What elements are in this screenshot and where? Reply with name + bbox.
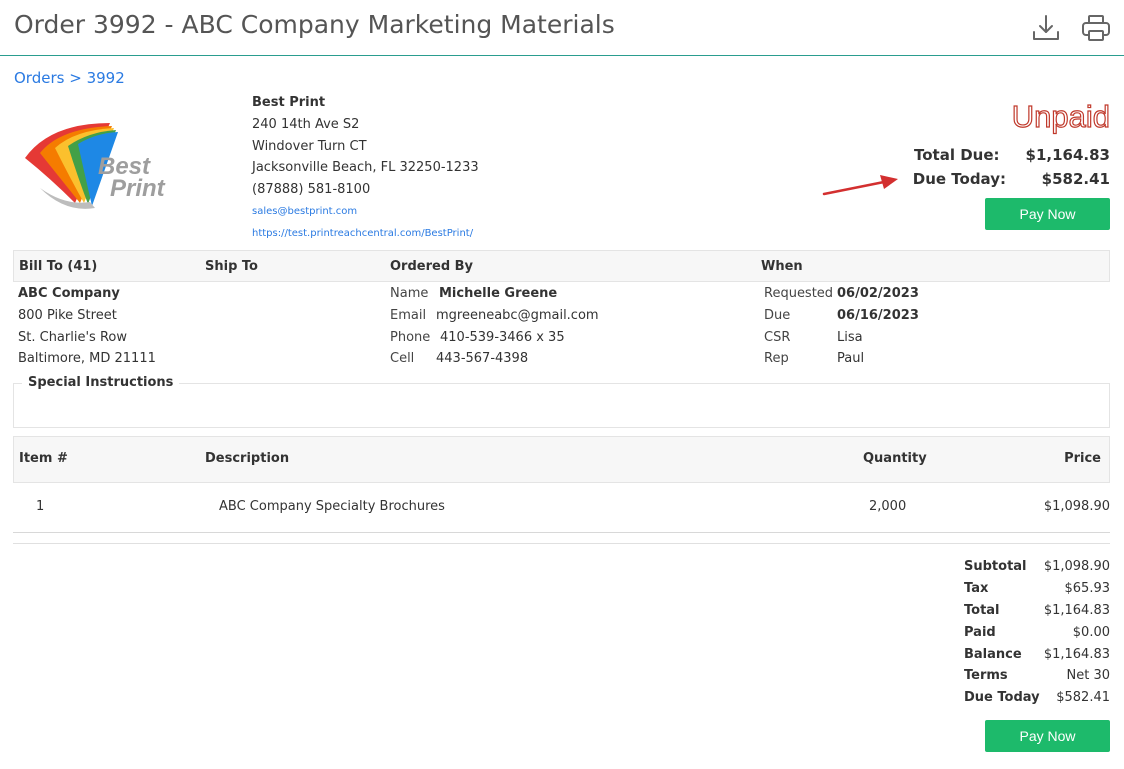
summary-label: Subtotal	[964, 559, 1027, 575]
summary-balance-row: Balance $1,164.83	[964, 643, 1110, 665]
company-name: Best Print	[252, 95, 326, 110]
ordered-by-cell: 443-567-4398	[436, 351, 529, 367]
total-due-value: $1,164.83	[1025, 146, 1110, 164]
ordered-by-cell-label: Cell	[390, 351, 415, 367]
ordered-by-phone: 410-539-3466 x 35	[440, 329, 565, 345]
breadcrumb-separator: >	[69, 69, 82, 87]
pay-now-button-top[interactable]: Pay Now	[985, 198, 1110, 230]
when-csr-row: CSR Lisa	[764, 327, 919, 349]
when-csr-label: CSR	[764, 329, 791, 345]
due-today-value: $582.41	[1041, 170, 1110, 188]
page-title: Order 3992 - ABC Company Marketing Mater…	[14, 10, 615, 39]
company-address1: 240 14th Ave S2	[252, 116, 360, 132]
when-rep-label: Rep	[764, 351, 789, 367]
order-summary: Subtotal $1,098.90 Tax $65.93 Total $1,164.…	[964, 556, 1110, 709]
col-item-number: Item #	[19, 451, 68, 466]
summary-value: Net 30	[1066, 668, 1111, 684]
red-arrow-annotation	[822, 172, 902, 198]
when-requested-date: 06/02/2023	[837, 286, 919, 301]
download-icon[interactable]	[1030, 12, 1062, 44]
bill-to-company: ABC Company	[18, 286, 120, 301]
ordered-by-name-label: Name	[390, 286, 429, 301]
summary-tax-row: Tax $65.93	[964, 578, 1110, 600]
summary-value: $1,164.83	[1043, 602, 1110, 618]
items-table-header: Item # Description Quantity Price	[13, 436, 1110, 483]
ordered-by-heading: Ordered By	[390, 259, 474, 274]
when-csr: Lisa	[837, 329, 863, 345]
ordered-by-email-label: Email	[390, 307, 427, 323]
company-phone: (87888) 581-8100	[252, 182, 371, 198]
summary-value: $65.93	[1064, 581, 1111, 597]
item-number: 1	[36, 499, 45, 514]
summary-value: $0.00	[1072, 624, 1110, 640]
table-row: 1 ABC Company Specialty Brochures 2,000 …	[13, 483, 1110, 533]
summary-label: Paid	[964, 624, 996, 640]
when-requested-row: Requested 06/02/2023	[764, 283, 919, 305]
summary-label: Total	[964, 602, 1000, 618]
company-address2: Windover Turn CT	[252, 138, 367, 154]
summary-value: $1,164.83	[1043, 646, 1110, 662]
ship-to-heading: Ship To	[205, 259, 258, 274]
summary-label: Tax	[964, 581, 989, 597]
company-website-link[interactable]: https://test.printreachcentral.com/BestP…	[252, 223, 479, 245]
company-info: Best Print 240 14th Ave S2 Windover Turn…	[252, 92, 479, 245]
pay-now-button-bottom[interactable]: Pay Now	[985, 720, 1110, 752]
when-heading: When	[761, 259, 803, 274]
when-requested-label: Requested	[764, 286, 834, 301]
when-due-date: 06/16/2023	[837, 307, 919, 323]
summary-paid-row: Paid $0.00	[964, 621, 1110, 643]
company-city-line: Jacksonville Beach, FL 32250-1233	[252, 160, 479, 176]
item-quantity: 2,000	[869, 499, 907, 514]
due-today-label: Due Today:	[912, 170, 1006, 188]
ordered-by-name: Michelle Greene	[439, 286, 558, 301]
summary-label: Due Today	[964, 690, 1040, 706]
col-description: Description	[205, 451, 290, 466]
summary-value: $582.41	[1056, 690, 1110, 706]
bill-to-heading: Bill To (41)	[19, 259, 98, 274]
info-header-bar: Bill To (41) Ship To Ordered By When	[13, 250, 1110, 282]
summary-total-row: Total $1,164.83	[964, 600, 1110, 622]
ordered-by-phone-row: Phone 410-539-3466 x 35	[390, 327, 599, 349]
ordered-by-cell-row: Cell 443-567-4398	[390, 348, 599, 370]
breadcrumb-current[interactable]: 3992	[87, 69, 125, 87]
when-due-label: Due	[764, 307, 791, 323]
summary-due-today-row: Due Today $582.41	[964, 687, 1110, 709]
special-instructions-title: Special Instructions	[22, 375, 180, 390]
ordered-by-block: Name Michelle Greene Email mgreeneabc@gmai…	[390, 283, 599, 370]
when-block: Requested 06/02/2023 Due 06/16/2023 CSR Lis…	[764, 283, 919, 370]
logo-text-print: Print	[110, 175, 166, 202]
total-due-label: Total Due:	[914, 146, 1000, 164]
ordered-by-email-row: Email mgreeneabc@gmail.com	[390, 305, 599, 327]
item-description: ABC Company Specialty Brochures	[219, 499, 445, 514]
bill-to-street2: St. Charlie's Row	[18, 329, 127, 345]
summary-value: $1,098.90	[1043, 559, 1110, 575]
when-rep-row: Rep Paul	[764, 348, 919, 370]
summary-terms-row: Terms Net 30	[964, 665, 1110, 687]
page-header: Order 3992 - ABC Company Marketing Mater…	[0, 0, 1124, 56]
col-price: Price	[1064, 451, 1101, 466]
bill-to-street: 800 Pike Street	[18, 307, 117, 323]
divider	[13, 543, 1110, 544]
breadcrumb-orders-link[interactable]: Orders	[14, 69, 64, 87]
totals-top: Total Due: $1,164.83 Due Today: $582.41	[913, 143, 1110, 191]
due-today-row: Due Today: $582.41	[913, 167, 1110, 191]
summary-label: Balance	[964, 646, 1022, 662]
bill-to-city-line: Baltimore, MD 21111	[18, 351, 156, 367]
breadcrumb: Orders > 3992	[14, 69, 125, 87]
summary-label: Terms	[964, 668, 1008, 684]
ordered-by-phone-label: Phone	[390, 329, 431, 345]
ordered-by-name-row: Name Michelle Greene	[390, 283, 599, 305]
company-email-link[interactable]: sales@bestprint.com	[252, 201, 479, 223]
printer-icon[interactable]	[1080, 12, 1112, 44]
company-logo: Best Print	[20, 118, 170, 218]
item-price: $1,098.90	[1043, 499, 1110, 514]
payment-status: Unpaid	[1011, 98, 1110, 134]
ordered-by-email-link[interactable]: mgreeneabc@gmail.com	[436, 308, 599, 323]
total-due-row: Total Due: $1,164.83	[913, 143, 1110, 167]
summary-subtotal-row: Subtotal $1,098.90	[964, 556, 1110, 578]
when-rep: Paul	[837, 351, 865, 367]
bill-to-block: ABC Company 800 Pike Street St. Charlie'…	[18, 283, 156, 370]
when-due-row: Due 06/16/2023	[764, 305, 919, 327]
col-quantity: Quantity	[863, 451, 927, 466]
